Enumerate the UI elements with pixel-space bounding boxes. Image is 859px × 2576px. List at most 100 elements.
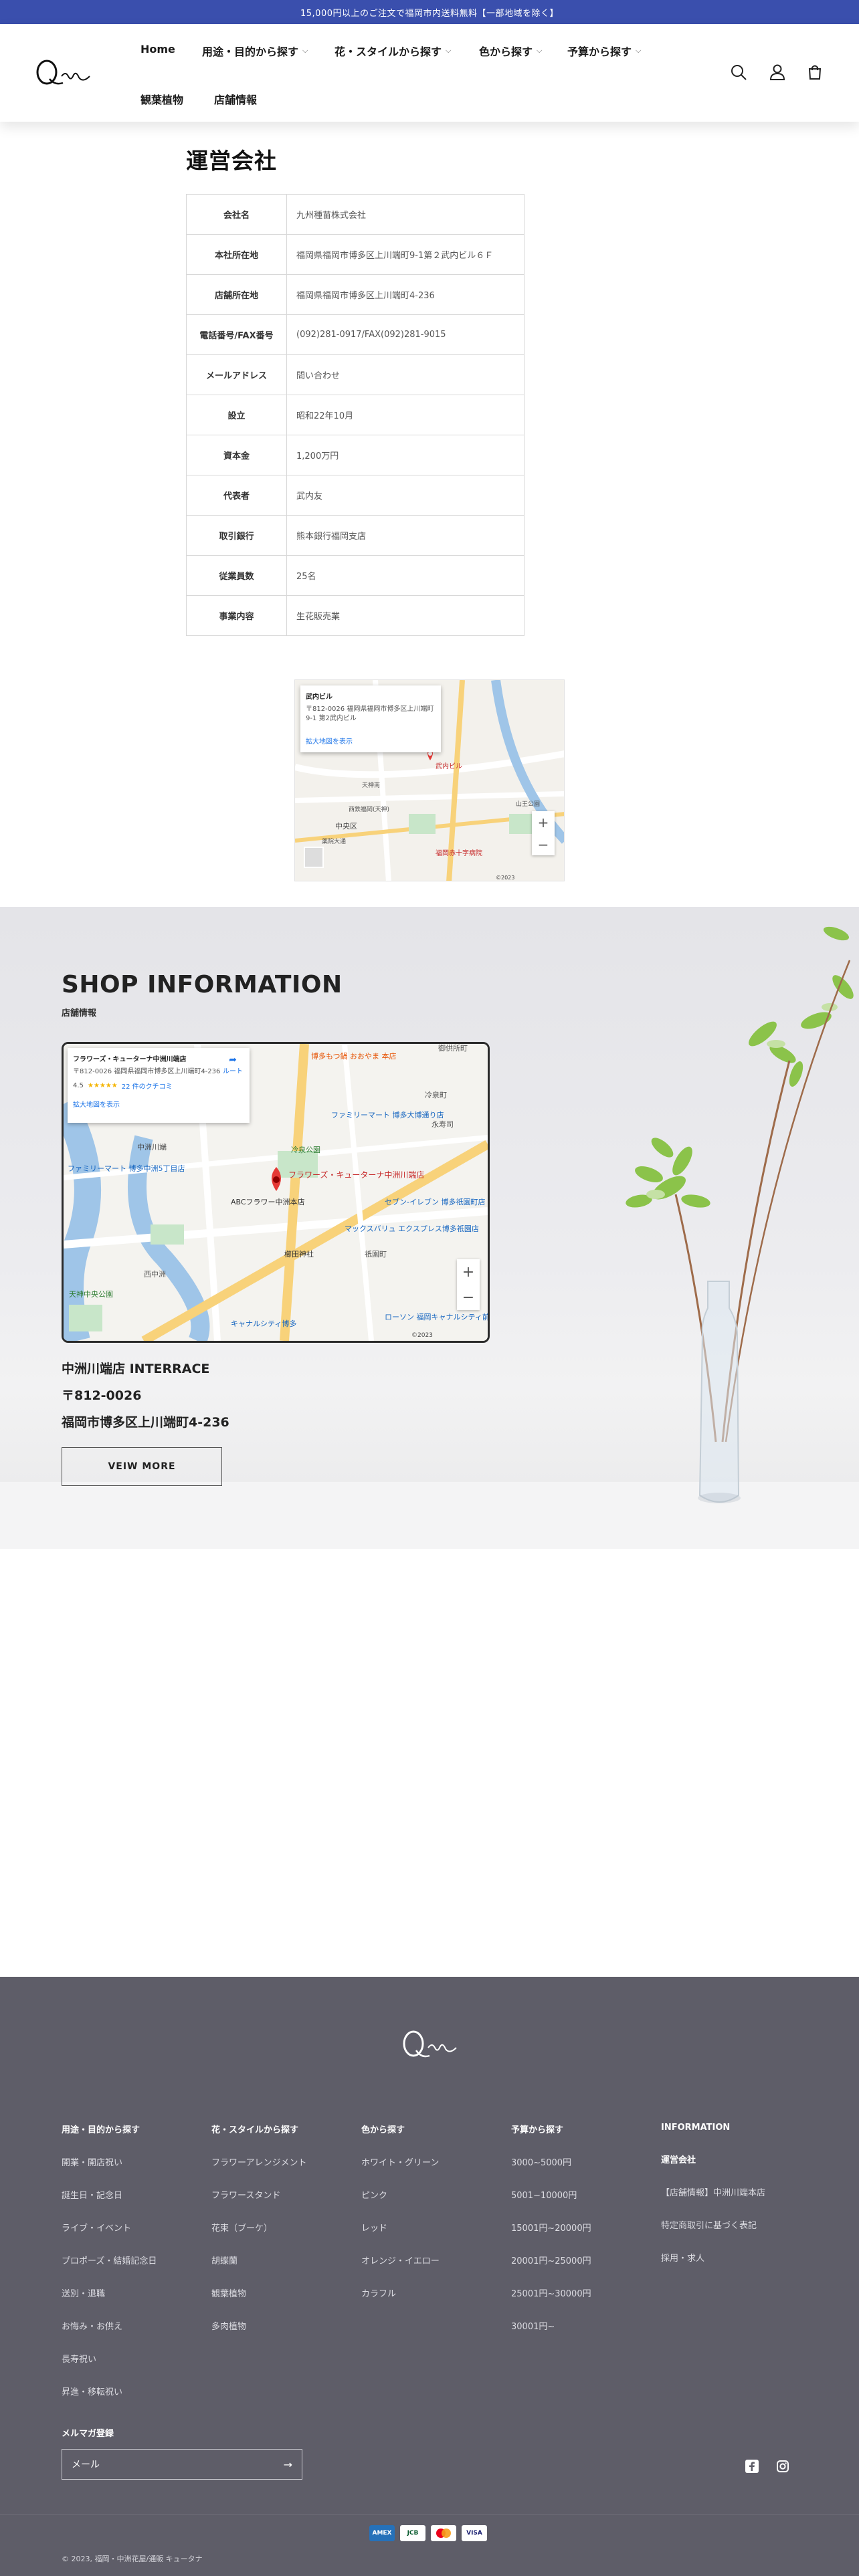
footer-link[interactable]: 5001~10000円 [511, 2188, 591, 2221]
footer-link[interactable]: 多肉植物 [211, 2319, 306, 2352]
account-button[interactable] [765, 60, 789, 84]
footer-link[interactable]: 運営会社 [661, 2153, 765, 2185]
footer-link[interactable]: 胡蝶蘭 [211, 2254, 306, 2286]
zoom-out-button[interactable]: − [538, 837, 549, 853]
nav-home[interactable]: Home [140, 43, 175, 56]
cart-button[interactable] [803, 60, 827, 84]
footer-link[interactable]: 観葉植物 [211, 2286, 306, 2319]
footer-link[interactable]: 30001円~ [511, 2319, 591, 2352]
footer-column: 色から探すホワイト・グリーン ピンク レッド オレンジ・イエロー カラフル [361, 2123, 440, 2319]
instagram-icon[interactable] [776, 2460, 789, 2473]
footer-logo[interactable] [399, 2026, 460, 2065]
company-row-value: 福岡県福岡市博多区上川端町4-236 [286, 274, 524, 315]
svg-text:ファミリーマート 博多大博通り店: ファミリーマート 博多大博通り店 [331, 1110, 444, 1119]
footer-column: INFORMATION 運営会社 【店舗情報】中洲川端本店 特定商取引に基づく表記 採用… [661, 2123, 765, 2284]
company-row-key: 代表者 [186, 475, 287, 516]
store-address: 福岡市博多区上川端町4-236 [62, 1415, 229, 1430]
footer-column-heading: INFORMATION [661, 2123, 731, 2133]
reviews-link[interactable]: 22 件のクチコミ [122, 1081, 173, 1091]
footer-link[interactable]: ライブ・イベント [62, 2221, 157, 2254]
chevron-down-icon: ⌵ [446, 46, 452, 55]
footer-link[interactable]: 【店舗情報】中洲川端本店 [661, 2185, 765, 2218]
arrow-right-icon[interactable]: → [284, 2458, 292, 2471]
footer-link[interactable]: 15001円~20000円 [511, 2221, 591, 2254]
company-row: 取引銀行 熊本銀行福岡支店 [186, 515, 524, 556]
company-row-key: 資本金 [186, 435, 287, 475]
company-row-key: 事業内容 [186, 595, 287, 636]
nav-store[interactable]: 店舗情報 [214, 91, 257, 107]
footer-link[interactable]: 25001円~30000円 [511, 2286, 591, 2319]
company-row: 電話番号/FAX番号 (092)281-0917/FAX(092)281-9015 [186, 314, 524, 355]
footer-link[interactable]: 採用・求人 [661, 2251, 765, 2284]
svg-text:山王公園: 山王公園 [516, 800, 540, 808]
footer-column: 予算から探す 3000~5000円 5001~10000円 15001円~20000円… [511, 2123, 591, 2352]
footer-link[interactable]: 送別・退職 [62, 2286, 157, 2319]
shop-map[interactable]: 博多もつ鍋 おおやま 本店 ファミリーマート 博多大博通り店 冷泉公園 中洲川端… [62, 1042, 490, 1343]
svg-text:©2023: ©2023 [496, 875, 514, 881]
office-map[interactable]: 武内ビル 天神南 西鉄福岡(天神) 中央区 薬院大通 福岡赤十字病院 山王公園 … [294, 679, 565, 881]
zoom-out-button[interactable]: − [462, 1289, 474, 1306]
footer-link[interactable]: フラワースタンド [211, 2188, 306, 2221]
flower-vase-image [626, 926, 854, 1503]
footer-column-heading: 予算から探す [511, 2125, 564, 2135]
directions-button[interactable]: ➦ ルート [223, 1055, 243, 1075]
search-button[interactable] [727, 60, 751, 84]
footer-link[interactable]: カラフル [361, 2286, 440, 2319]
company-row: メールアドレス 問い合わせ [186, 354, 524, 395]
newsletter-email-field[interactable]: メール → [62, 2449, 302, 2480]
svg-text:永寿司: 永寿司 [432, 1119, 454, 1129]
shop-map-card-title: フラワーズ・キューターナ中洲川端店 [73, 1056, 187, 1063]
nav-color[interactable]: 色から探す ⌵ [479, 43, 542, 59]
footer-link[interactable]: ホワイト・グリーン [361, 2155, 440, 2188]
nav-budget[interactable]: 予算から探す ⌵ [567, 43, 641, 59]
company-row-key: メールアドレス [186, 354, 287, 395]
footer-link[interactable]: 3000~5000円 [511, 2155, 591, 2188]
footer-link[interactable]: 花束（ブーケ） [211, 2221, 306, 2254]
company-row-value: 熊本銀行福岡支店 [286, 515, 524, 556]
footer-link[interactable]: フラワーアレンジメント [211, 2155, 306, 2188]
company-row: 店舗所在地 福岡県福岡市博多区上川端町4-236 [186, 274, 524, 315]
company-row: 事業内容 生花販売業 [186, 595, 524, 636]
company-row-value[interactable]: 問い合わせ [286, 354, 524, 395]
company-row-value: 昭和22年10月 [286, 395, 524, 435]
zoom-in-button[interactable]: + [462, 1264, 474, 1281]
footer-link[interactable]: 開業・開店祝い [62, 2155, 157, 2188]
footer-link[interactable]: 特定商取引に基づく表記 [661, 2218, 765, 2251]
facebook-icon[interactable] [745, 2460, 759, 2473]
nav-style[interactable]: 花・スタイルから探す ⌵ [335, 43, 451, 59]
footer-link[interactable]: お悔み・お供え [62, 2319, 157, 2352]
mastercard-icon [431, 2525, 456, 2541]
shop-map-zoom: + − [457, 1259, 480, 1310]
chevron-down-icon: ⌵ [636, 46, 642, 55]
zoom-in-button[interactable]: + [538, 815, 549, 831]
view-more-button[interactable]: VEIW MORE [62, 1447, 222, 1486]
nav-purpose[interactable]: 用途・目的から探す ⌵ [202, 43, 308, 59]
site-logo[interactable] [32, 56, 94, 90]
shop-map-enlarge-link[interactable]: 拡大地図を表示 [73, 1099, 244, 1109]
office-map-card-address: 〒812-0026 福岡県福岡市博多区上川端町9-1 第2武内ビル [306, 706, 434, 722]
footer-link[interactable]: 長寿祝い [62, 2352, 157, 2385]
footer-link[interactable]: オレンジ・イエロー [361, 2254, 440, 2286]
nav-home-label: Home [140, 43, 175, 56]
footer-divider [0, 2514, 859, 2515]
office-map-zoom: + − [532, 811, 555, 855]
footer-link[interactable]: ピンク [361, 2188, 440, 2221]
footer-link[interactable]: 誕生日・記念日 [62, 2188, 157, 2221]
shop-info-section: SHOP INFORMATION 店舗情報 博多もつ鍋 おおやま 本店 ファミリ… [0, 907, 859, 1549]
svg-text:冷泉公園: 冷泉公園 [291, 1145, 320, 1154]
svg-text:セブン-イレブン 博多祇園町店: セブン-イレブン 博多祇園町店 [385, 1197, 485, 1206]
copyright: © 2023, 福岡・中洲花屋/通販 キュータナ [62, 2555, 203, 2563]
nav-plants[interactable]: 観葉植物 [140, 91, 183, 107]
shop-map-info-card: フラワーズ・キューターナ中洲川端店 〒812-0026 福岡県福岡市博多区上川端… [68, 1048, 250, 1123]
footer-link[interactable]: レッド [361, 2221, 440, 2254]
footer-column: 用途・目的から探す 開業・開店祝い 誕生日・記念日 ライブ・イベント プロポーズ・結婚記… [62, 2123, 157, 2418]
company-row-key: 店舗所在地 [186, 274, 287, 315]
office-map-enlarge-link[interactable]: 拡大地図を表示 [306, 736, 436, 746]
footer-column-heading: 色から探す [361, 2125, 405, 2135]
footer-link[interactable]: プロポーズ・結婚記念日 [62, 2254, 157, 2286]
nav-plants-label: 観葉植物 [140, 94, 184, 106]
footer-link[interactable]: 昇進・移転祝い [62, 2385, 157, 2418]
svg-text:フラワーズ・キューターナ中洲川端店: フラワーズ・キューターナ中洲川端店 [288, 1170, 424, 1180]
company-row-value: 1,200万円 [286, 435, 524, 475]
footer-link[interactable]: 20001円~25000円 [511, 2254, 591, 2286]
